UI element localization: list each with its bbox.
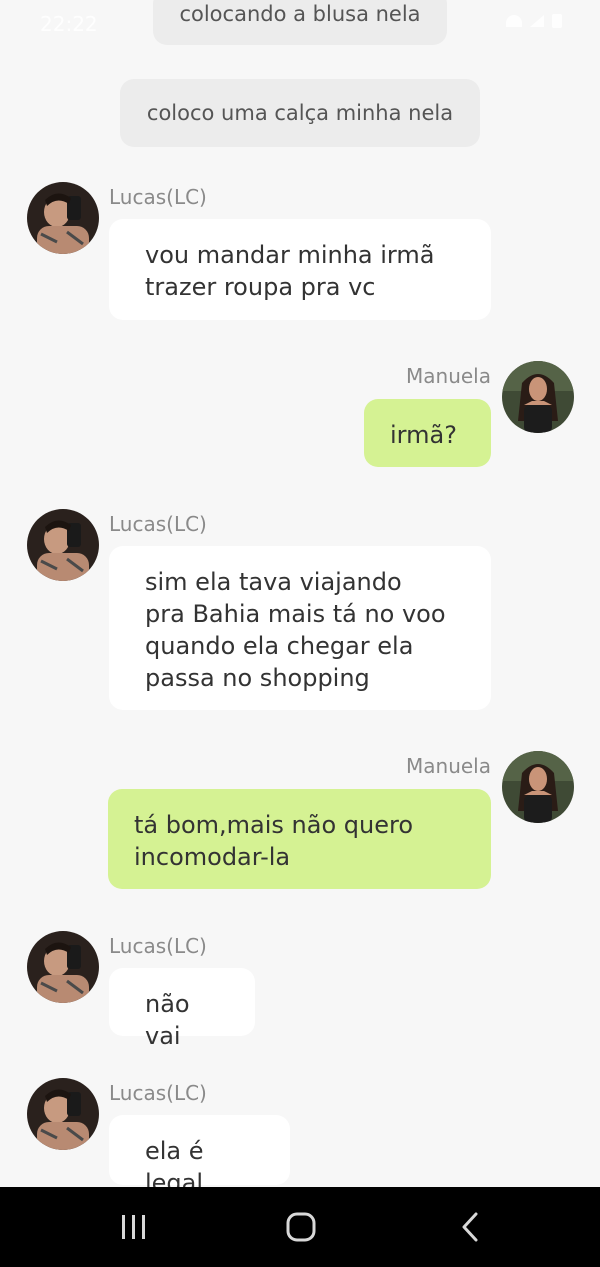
avatar-lucas[interactable] [27,931,99,1003]
avatar-manuela-image [502,361,574,433]
message-line: não vai [145,990,190,1050]
message-bubble-outgoing[interactable]: tá bom,mais não quero incomodar-la [108,789,491,889]
signal-icon [530,15,544,27]
sender-name: Manuela [406,754,491,778]
recent-apps-icon[interactable] [114,1207,154,1247]
status-time: 22:22 [40,12,98,36]
system-message: colocando a blusa nela [153,0,447,45]
avatar-manuela[interactable] [502,751,574,823]
wifi-icon [506,15,522,27]
avatar-lucas-image [27,1078,99,1150]
message-line: irmã? [390,421,457,449]
sender-name: Lucas(LC) [109,185,207,209]
message-bubble-incoming[interactable]: não vai [109,968,255,1050]
avatar-manuela-image [502,751,574,823]
navigation-bar [0,1187,600,1267]
back-icon[interactable] [450,1207,490,1247]
sender-name: Manuela [406,364,491,388]
message-bubble-incoming[interactable]: vou mandar minha irmã trazer roupa pra v… [109,219,491,320]
message-bubble-incoming[interactable]: sim ela tava viajando pra Bahia mais tá … [109,546,491,710]
message-line: incomodar-la [134,843,291,871]
message-bubble-incoming[interactable]: ela é legal [109,1115,290,1187]
avatar-lucas[interactable] [27,1078,99,1150]
message-line: vou mandar minha irmã [145,241,435,269]
avatar-lucas-image [27,931,99,1003]
avatar-lucas-image [27,509,99,581]
home-icon[interactable] [281,1207,321,1247]
status-icons [506,14,562,28]
battery-icon [552,14,562,28]
system-message: coloco uma calça minha nela [120,79,480,147]
avatar-lucas[interactable] [27,182,99,254]
sender-name: Lucas(LC) [109,934,207,958]
chat-screen: 22:22 colocando a blusa nela coloco uma … [0,0,600,1187]
message-bubble-outgoing[interactable]: irmã? [364,399,491,467]
sender-name: Lucas(LC) [109,512,207,536]
message-line: ela é legal [145,1137,204,1187]
avatar-lucas-image [27,182,99,254]
avatar-manuela[interactable] [502,361,574,433]
message-line: quando ela chegar ela [145,632,414,660]
avatar-lucas[interactable] [27,509,99,581]
sender-name: Lucas(LC) [109,1081,207,1105]
message-line: trazer roupa pra vc [145,273,376,301]
message-line: tá bom,mais não quero [134,811,414,839]
message-line: passa no shopping [145,664,370,692]
message-line: pra Bahia mais tá no voo [145,600,446,628]
message-line: sim ela tava viajando [145,568,402,596]
